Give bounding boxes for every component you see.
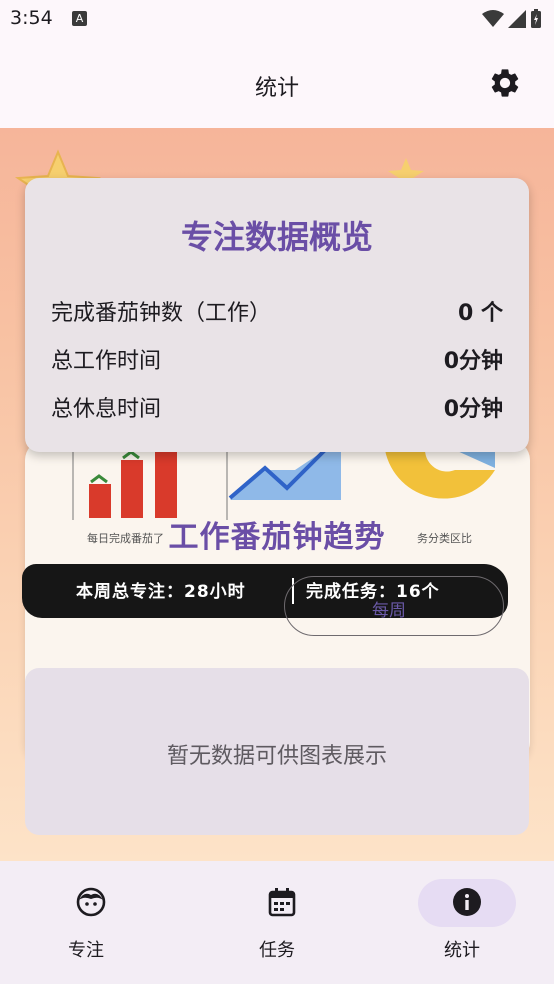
status-icons [482,9,542,29]
calendar-icon [268,888,296,917]
overview-row-label: 总休息时间 [51,397,162,422]
info-icon [453,888,481,916]
nav-label: 统计 [444,940,480,961]
notification-icon: A [72,11,87,26]
status-bar: 3:54 A [0,0,554,40]
nav-label: 专注 [68,940,104,961]
face-icon [76,887,106,917]
signal-icon [508,10,526,28]
period-chip-label[interactable]: 每周 [372,596,406,621]
stats-content[interactable]: 每日完成番茄了 务分类区比 本周总专注：28小时 完成任务：16个 工作番茄钟趋… [0,128,554,861]
page-title: 统计 [254,76,299,101]
overview-row-value: 0分钟 [443,397,503,422]
weekly-focus-total: 本周总专注：28小时 [76,582,246,602]
overview-row-value: 0分钟 [443,349,503,374]
trend-title: 工作番茄钟趋势 [168,520,386,555]
overview-title: 专注数据概览 [180,218,373,256]
nav-item-focus[interactable]: 专注 [0,861,178,984]
overview-row-label: 总工作时间 [51,349,162,374]
nav-item-tasks[interactable]: 任务 [185,861,369,984]
empty-state-message: 暂无数据可供图表展示 [166,744,387,769]
chart-empty-state: 暂无数据可供图表展示 [25,668,529,835]
wifi-icon [482,10,504,27]
battery-icon [531,9,541,28]
overview-row-label: 完成番茄钟数（工作） [51,301,272,326]
status-time: 3:54 [10,7,53,29]
app-bar: 统计 [0,40,554,128]
overview-card: 专注数据概览 完成番茄钟数（工作） 0 个 总工作时间 0分钟 总休息时间 0分… [25,178,529,452]
nav-label: 任务 [259,940,295,961]
settings-gear-icon[interactable] [488,66,522,100]
bottom-nav: 专注 任务 统计 [0,861,554,984]
nav-item-stats[interactable]: 统计 [370,861,554,984]
overview-row-value: 0 个 [458,301,503,326]
